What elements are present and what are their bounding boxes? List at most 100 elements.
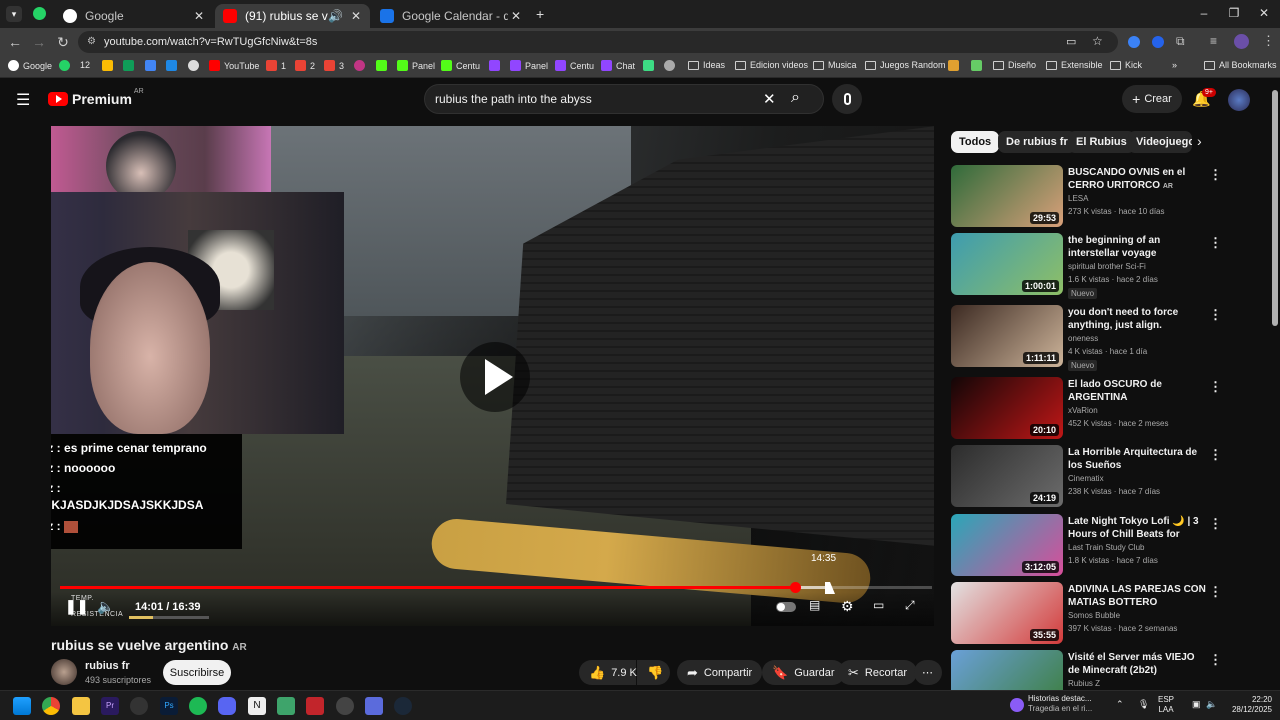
- bookmark-folder-extensible[interactable]: Extensible: [1046, 60, 1103, 70]
- window-close-button[interactable]: ✕: [1254, 6, 1274, 20]
- video-thumbnail[interactable]: 20:10: [951, 377, 1063, 439]
- related-video-item[interactable]: 35:55 ADIVINA LAS PAREJAS CON MATIAS BOTT…: [951, 582, 1241, 646]
- tray-expand-icon[interactable]: ⌃: [1116, 699, 1124, 710]
- site-info-icon[interactable]: ⚙: [87, 36, 96, 47]
- profile-avatar[interactable]: [1234, 34, 1249, 49]
- whatsapp-icon[interactable]: [33, 7, 46, 20]
- close-icon[interactable]: ✕: [348, 9, 364, 23]
- microphone-tray-icon[interactable]: 🎙: [1138, 699, 1149, 710]
- bookmark-folder-musica[interactable]: Musica: [813, 60, 857, 70]
- discord-icon[interactable]: [218, 697, 236, 715]
- language-indicator[interactable]: ESP LAA: [1158, 695, 1174, 715]
- news-widget-icon[interactable]: [1010, 698, 1024, 712]
- bookmark-app-2[interactable]: [664, 60, 679, 71]
- bookmark-whatsapp[interactable]: [59, 60, 74, 71]
- chip-from-channel[interactable]: De rubius fr: [998, 131, 1076, 153]
- close-icon[interactable]: ✕: [508, 9, 524, 23]
- network-icon[interactable]: ▣: [1192, 699, 1201, 710]
- more-actions-button[interactable]: ⋯: [914, 660, 942, 685]
- cast-icon[interactable]: ▭: [1066, 35, 1076, 48]
- bookmark-youtube[interactable]: YouTube: [209, 60, 259, 71]
- video-item-channel[interactable]: Somos Bubble: [1068, 611, 1120, 620]
- video-thumbnail[interactable]: 29:53: [951, 165, 1063, 227]
- bookmark-folder-ideas[interactable]: Ideas: [688, 60, 725, 70]
- chip-videogames[interactable]: Videojuego: [1128, 131, 1192, 153]
- system-clock[interactable]: 22:20 28/12/2025: [1222, 695, 1272, 715]
- menu-icon[interactable]: ⋮: [1262, 33, 1275, 49]
- progress-bar[interactable]: [60, 582, 932, 593]
- chip-el-rubius[interactable]: El Rubius: [1068, 131, 1135, 153]
- miniplayer-icon[interactable]: ▭: [873, 598, 884, 612]
- volume-icon[interactable]: 🔈: [97, 598, 114, 615]
- spotify-icon[interactable]: [189, 697, 207, 715]
- video-item-channel[interactable]: Rubius Z: [1068, 679, 1100, 688]
- create-button[interactable]: + Crear: [1122, 85, 1182, 113]
- bookmark-folder-juegos[interactable]: Juegos Random: [865, 60, 946, 70]
- clip-button[interactable]: ✂ Recortar: [838, 660, 918, 685]
- video-thumbnail[interactable]: 35:55: [951, 582, 1063, 644]
- puzzle-icon[interactable]: ⧉: [1176, 34, 1185, 49]
- back-button[interactable]: ←: [6, 34, 24, 50]
- notion-icon[interactable]: N: [248, 697, 266, 715]
- related-video-item[interactable]: 1:00:01 the beginning of an interstellar …: [951, 233, 1241, 299]
- tab-youtube[interactable]: (91) rubius se vuelve argentino 🔊 ✕: [215, 4, 370, 28]
- bookmark-folder-edicion[interactable]: Edicion videos: [735, 60, 808, 70]
- video-item-title[interactable]: ADIVINA LAS PAREJAS CON MATIAS BOTTERO: [1068, 583, 1208, 609]
- app-icon[interactable]: [306, 697, 324, 715]
- more-options-icon[interactable]: ⋮: [1209, 307, 1222, 323]
- bookmark-gmail-2[interactable]: 2: [295, 60, 315, 71]
- more-options-icon[interactable]: ⋮: [1209, 379, 1222, 395]
- autoplay-toggle[interactable]: [776, 602, 796, 612]
- channel-avatar[interactable]: [51, 659, 77, 685]
- more-options-icon[interactable]: ⋮: [1209, 447, 1222, 463]
- video-item-title[interactable]: Visité el Server más VIEJO de Minecraft …: [1068, 651, 1208, 677]
- close-icon[interactable]: ✕: [191, 9, 207, 23]
- bookmark-folder-diseno[interactable]: Diseño: [993, 60, 1036, 70]
- subtitles-icon[interactable]: ▤: [809, 598, 820, 612]
- premiere-icon[interactable]: Pr: [101, 697, 119, 715]
- windows-start-icon[interactable]: [13, 697, 31, 715]
- like-button[interactable]: 👍 7.9 K: [579, 660, 637, 685]
- related-video-item[interactable]: 24:19 La Horrible Arquitectura de los Sue…: [951, 445, 1241, 509]
- related-video-item[interactable]: 29:53 BUSCANDO OVNIS en el CERRO URITORCO…: [951, 165, 1241, 229]
- search-icon[interactable]: ⌕: [791, 89, 800, 107]
- forward-button[interactable]: →: [30, 34, 48, 50]
- minimize-button[interactable]: –: [1194, 6, 1214, 20]
- app-icon[interactable]: [336, 697, 354, 715]
- app-icon[interactable]: [365, 697, 383, 715]
- speaker-icon[interactable]: 🔊: [328, 9, 343, 23]
- photoshop-icon[interactable]: Ps: [160, 697, 178, 715]
- search-input[interactable]: rubius the path into the abyss ✕ ⌕: [424, 84, 824, 114]
- related-video-item[interactable]: 20:10 El lado OSCURO de ARGENTINA xVaRion…: [951, 377, 1241, 441]
- bookmark-app-1[interactable]: [643, 60, 658, 71]
- bookmark-openai[interactable]: [188, 60, 203, 71]
- video-player[interactable]: kergmnz : es prime cenar temprano kergmn…: [51, 126, 934, 626]
- reload-button[interactable]: ↻: [54, 34, 72, 51]
- new-tab-button[interactable]: +: [536, 6, 544, 22]
- bookmark-google[interactable]: Google: [8, 60, 52, 71]
- video-item-title[interactable]: La Horrible Arquitectura de los Sueños: [1068, 446, 1208, 472]
- video-thumbnail[interactable]: 24:19: [951, 445, 1063, 507]
- tab-search-icon[interactable]: ▾: [6, 6, 22, 22]
- video-item-title[interactable]: Late Night Tokyo Lofi 🌙 | 3 Hours of Chi…: [1068, 515, 1208, 541]
- volume-tray-icon[interactable]: 🔈: [1206, 699, 1217, 710]
- share-button[interactable]: ➦ Compartir: [677, 660, 763, 685]
- subscribe-button[interactable]: Suscribirse: [163, 660, 231, 685]
- file-explorer-icon[interactable]: [72, 697, 90, 715]
- related-video-item[interactable]: 3:12:05 Late Night Tokyo Lofi 🌙 | 3 Hours…: [951, 514, 1241, 578]
- dislike-button[interactable]: 👎: [637, 660, 670, 685]
- settings-gear-icon[interactable]: ⚙: [841, 598, 854, 615]
- url-field[interactable]: ⚙ youtube.com/watch?v=RwTUgGfcNiw&t=8s ▭…: [78, 31, 1118, 53]
- video-item-title[interactable]: El lado OSCURO de ARGENTINA: [1068, 378, 1208, 404]
- bookmark-drive[interactable]: [102, 60, 117, 71]
- bookmark-12[interactable]: 12: [80, 60, 90, 70]
- bookmark-docs[interactable]: [145, 60, 160, 71]
- pause-icon[interactable]: ❚❚: [65, 598, 88, 615]
- volume-slider[interactable]: [129, 616, 209, 619]
- bookmark-star-icon[interactable]: ☆: [1092, 34, 1103, 48]
- channel-name[interactable]: rubius fr: [85, 660, 130, 672]
- related-video-item[interactable]: 1:11:11 you don't need to force anything,…: [951, 305, 1241, 371]
- video-item-channel[interactable]: Cinematix: [1068, 474, 1104, 483]
- bookmark-sheets[interactable]: [123, 60, 138, 71]
- bookmark-instagram[interactable]: [354, 60, 369, 71]
